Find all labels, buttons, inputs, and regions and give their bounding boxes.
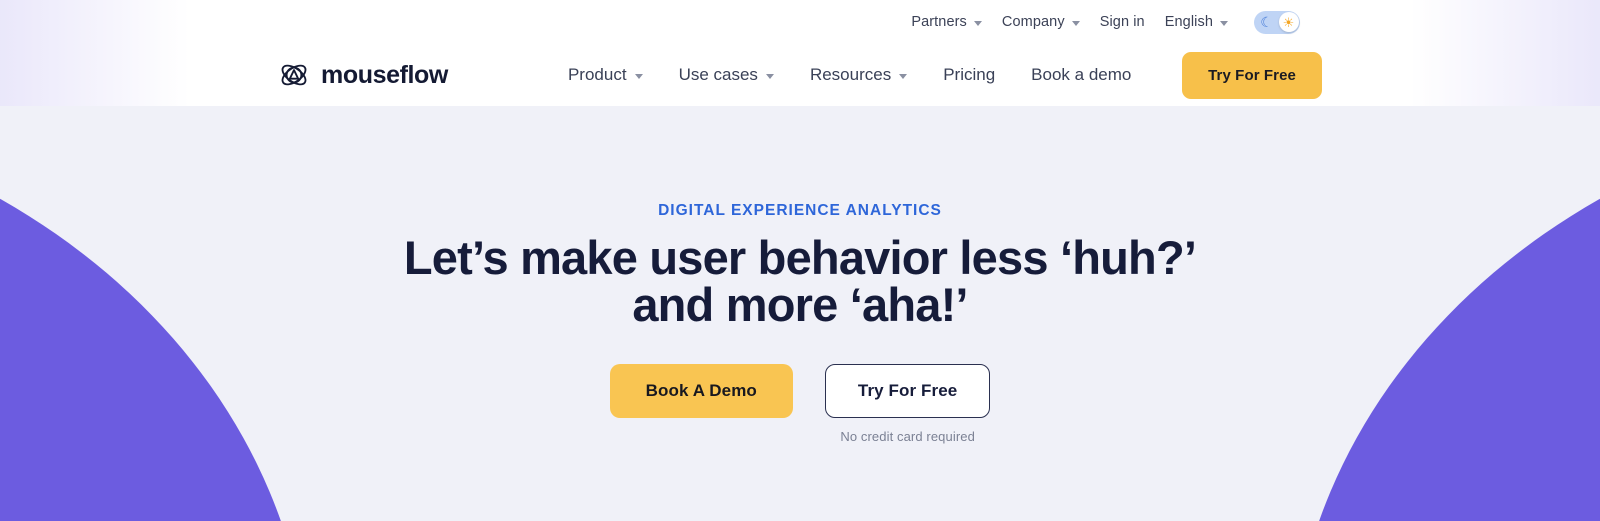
chevron-down-icon — [1071, 20, 1080, 26]
brand-logo[interactable]: mouseflow — [278, 59, 448, 91]
try-for-free-group: Try For Free No credit card required — [824, 364, 991, 444]
chevron-down-icon — [1220, 20, 1228, 26]
nav-item-label: Pricing — [943, 65, 996, 84]
nav-item-label: Book a demo — [1031, 65, 1132, 84]
nav-item-product[interactable]: Product — [550, 57, 661, 93]
book-a-demo-button[interactable]: Book A Demo — [609, 364, 793, 418]
toggle-knob: ☀ — [1278, 12, 1299, 32]
no-credit-card-note: No credit card required — [840, 429, 975, 444]
topbar-item-language[interactable]: English — [1155, 10, 1238, 34]
chevron-down-icon — [634, 73, 643, 79]
main-navigation: mouseflow Product Use cases Resources Pr… — [0, 44, 1600, 106]
header-try-for-free-button[interactable]: Try For Free — [1182, 51, 1322, 99]
site-header: Partners Company Sign in English ☾ ☀ mou… — [0, 0, 1600, 106]
purple-blob-left — [0, 100, 310, 521]
nav-item-use-cases[interactable]: Use cases — [661, 57, 792, 93]
topbar-item-company[interactable]: Company — [992, 10, 1090, 34]
page-root: Partners Company Sign in English ☾ ☀ mou… — [0, 0, 1600, 521]
topbar-item-sign-in[interactable]: Sign in — [1090, 10, 1155, 34]
purple-blob-right — [1290, 100, 1600, 521]
hero-eyebrow: DIGITAL EXPERIENCE ANALYTICS — [658, 202, 942, 219]
atom-logo-icon — [281, 64, 307, 86]
nav-item-label: Product — [567, 65, 627, 84]
moon-icon: ☾ — [1260, 14, 1273, 30]
hero-headline: Let’s make user behavior less ‘huh?’ and… — [403, 231, 1197, 331]
chevron-down-icon — [765, 73, 774, 79]
hero-cta-row: Book A Demo Try For Free No credit card … — [609, 364, 991, 444]
topbar-item-label: English — [1164, 14, 1213, 30]
topbar-item-partners[interactable]: Partners — [901, 10, 992, 34]
topbar-item-label: Partners — [911, 14, 967, 30]
chevron-down-icon — [973, 20, 982, 26]
nav-item-pricing[interactable]: Pricing — [925, 57, 1013, 93]
nav-item-label: Use cases — [678, 65, 758, 84]
brand-name: mouseflow — [321, 60, 448, 89]
nav-item-resources[interactable]: Resources — [792, 57, 925, 93]
theme-mode-toggle[interactable]: ☾ ☀ — [1254, 10, 1300, 34]
chevron-down-icon — [899, 73, 908, 79]
sun-icon: ☀ — [1282, 14, 1295, 30]
nav-item-book-a-demo[interactable]: Book a demo — [1013, 57, 1149, 93]
hero-try-for-free-button[interactable]: Try For Free — [824, 364, 991, 418]
utility-topbar: Partners Company Sign in English ☾ ☀ — [0, 0, 1600, 44]
topbar-item-label: Company — [1001, 14, 1065, 30]
nav-links: Product Use cases Resources Pricing Book… — [550, 57, 1149, 93]
nav-item-label: Resources — [809, 65, 892, 84]
topbar-item-label: Sign in — [1099, 14, 1145, 30]
